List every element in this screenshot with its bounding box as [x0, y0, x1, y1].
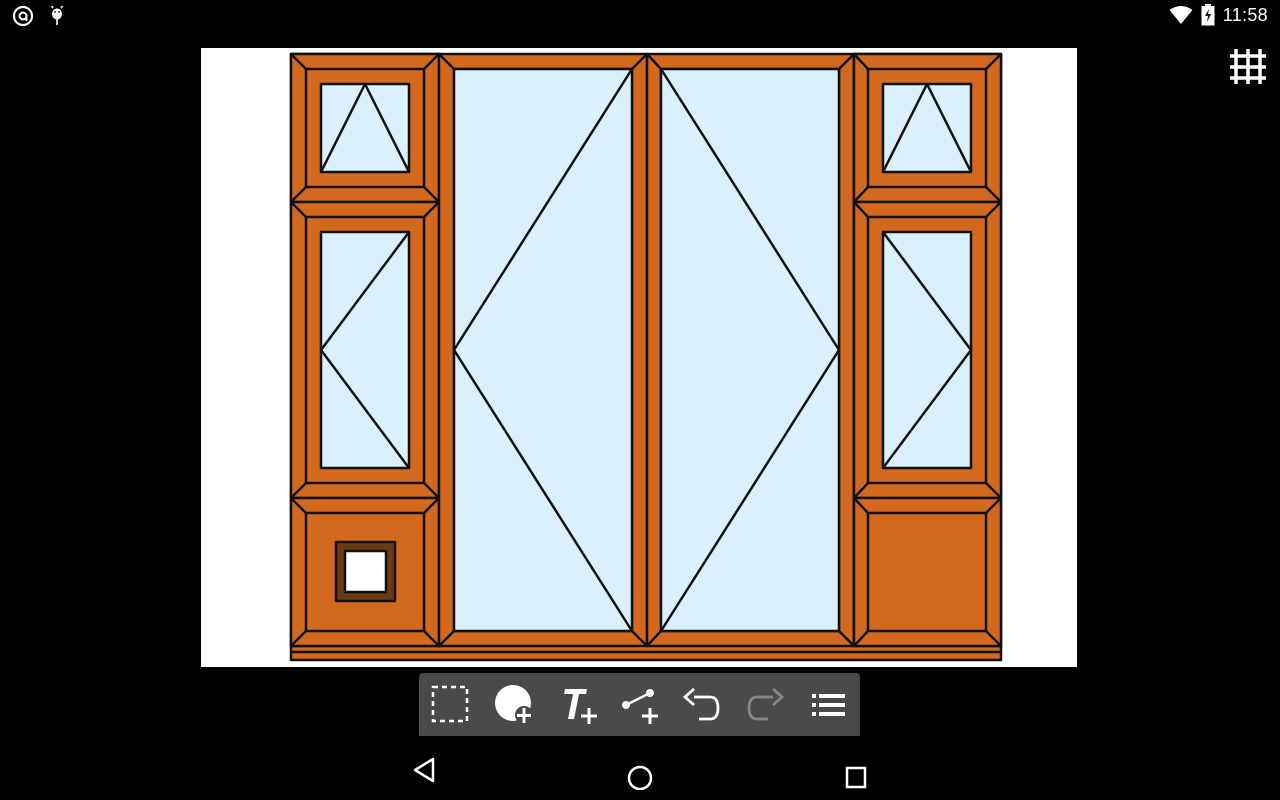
- window-drawing: [289, 52, 1003, 662]
- right-sidelight: [852, 52, 1003, 648]
- left-sidelight: [289, 52, 442, 648]
- home-button[interactable]: [620, 750, 660, 790]
- add-text-tool[interactable]: [555, 681, 603, 729]
- redo-tool[interactable]: [742, 681, 790, 729]
- right-door-leaf: [645, 52, 856, 648]
- drawing-toolbar: [419, 673, 860, 736]
- status-time: 11:58: [1222, 4, 1268, 25]
- line-plus-icon: [622, 689, 658, 724]
- circle-plus-icon: [495, 685, 533, 724]
- system-nav-bar: [0, 740, 1280, 800]
- grid-toggle-button[interactable]: [1228, 46, 1268, 86]
- drawing-canvas[interactable]: [201, 48, 1077, 667]
- status-left-icons: [12, 5, 66, 27]
- list-menu-icon: [812, 694, 845, 716]
- status-right-icons: 11:58: [1169, 4, 1268, 26]
- notification-app-icon: [12, 5, 34, 27]
- grid-icon: [1230, 49, 1266, 84]
- add-connector-tool[interactable]: [616, 681, 664, 729]
- app-screen: 11:58: [0, 0, 1280, 800]
- undo-tool[interactable]: [677, 681, 725, 729]
- undo-icon: [682, 687, 720, 721]
- back-icon: [413, 757, 435, 783]
- home-icon: [627, 765, 653, 790]
- status-bar: 11:58: [0, 0, 1280, 32]
- select-rect-tool[interactable]: [426, 681, 474, 729]
- back-button[interactable]: [404, 750, 444, 790]
- battery-charging-icon: [1201, 4, 1215, 26]
- recents-icon: [845, 766, 867, 789]
- add-shape-tool[interactable]: [489, 681, 537, 729]
- dashed-selection-icon: [431, 685, 469, 723]
- recents-button[interactable]: [836, 750, 876, 790]
- text-plus-icon: [564, 689, 597, 724]
- menu-tool[interactable]: [804, 681, 852, 729]
- wifi-icon: [1169, 5, 1193, 25]
- redo-icon: [747, 687, 785, 721]
- android-debug-icon: [48, 5, 66, 27]
- left-door-leaf: [437, 52, 649, 648]
